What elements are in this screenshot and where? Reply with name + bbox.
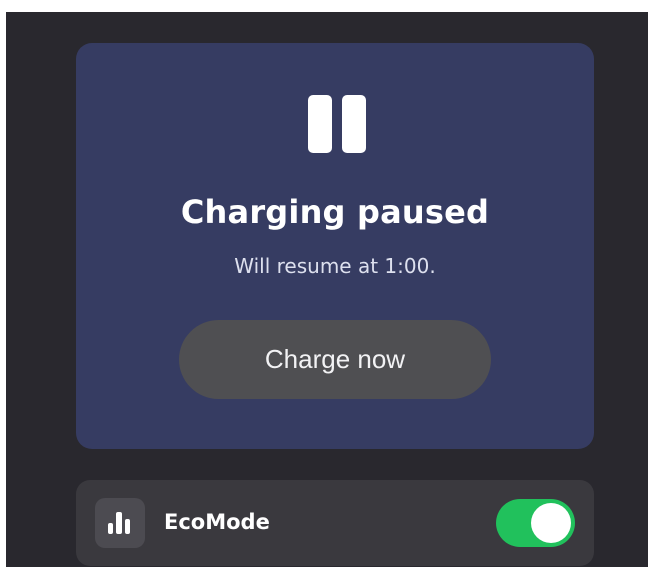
- pause-icon: [308, 95, 366, 153]
- charge-now-button[interactable]: Charge now: [179, 320, 491, 399]
- bar-chart-bar: [116, 512, 122, 534]
- bar-chart-bar: [108, 523, 113, 534]
- toggle-knob: [531, 503, 571, 543]
- ecomode-card: EcoMode: [76, 480, 594, 566]
- bar-chart-icon: [95, 498, 145, 548]
- ecomode-toggle[interactable]: [496, 499, 575, 547]
- ecomode-label: EcoMode: [164, 510, 270, 534]
- pause-bar-right: [342, 95, 366, 153]
- resume-time-text: Will resume at 1:00.: [234, 254, 436, 278]
- bar-chart-bar: [125, 519, 130, 534]
- charging-status-card: Charging paused Will resume at 1:00. Cha…: [76, 43, 594, 449]
- charging-status-title: Charging paused: [180, 193, 490, 231]
- pause-bar-left: [308, 95, 332, 153]
- app-screen: Charging paused Will resume at 1:00. Cha…: [6, 12, 648, 567]
